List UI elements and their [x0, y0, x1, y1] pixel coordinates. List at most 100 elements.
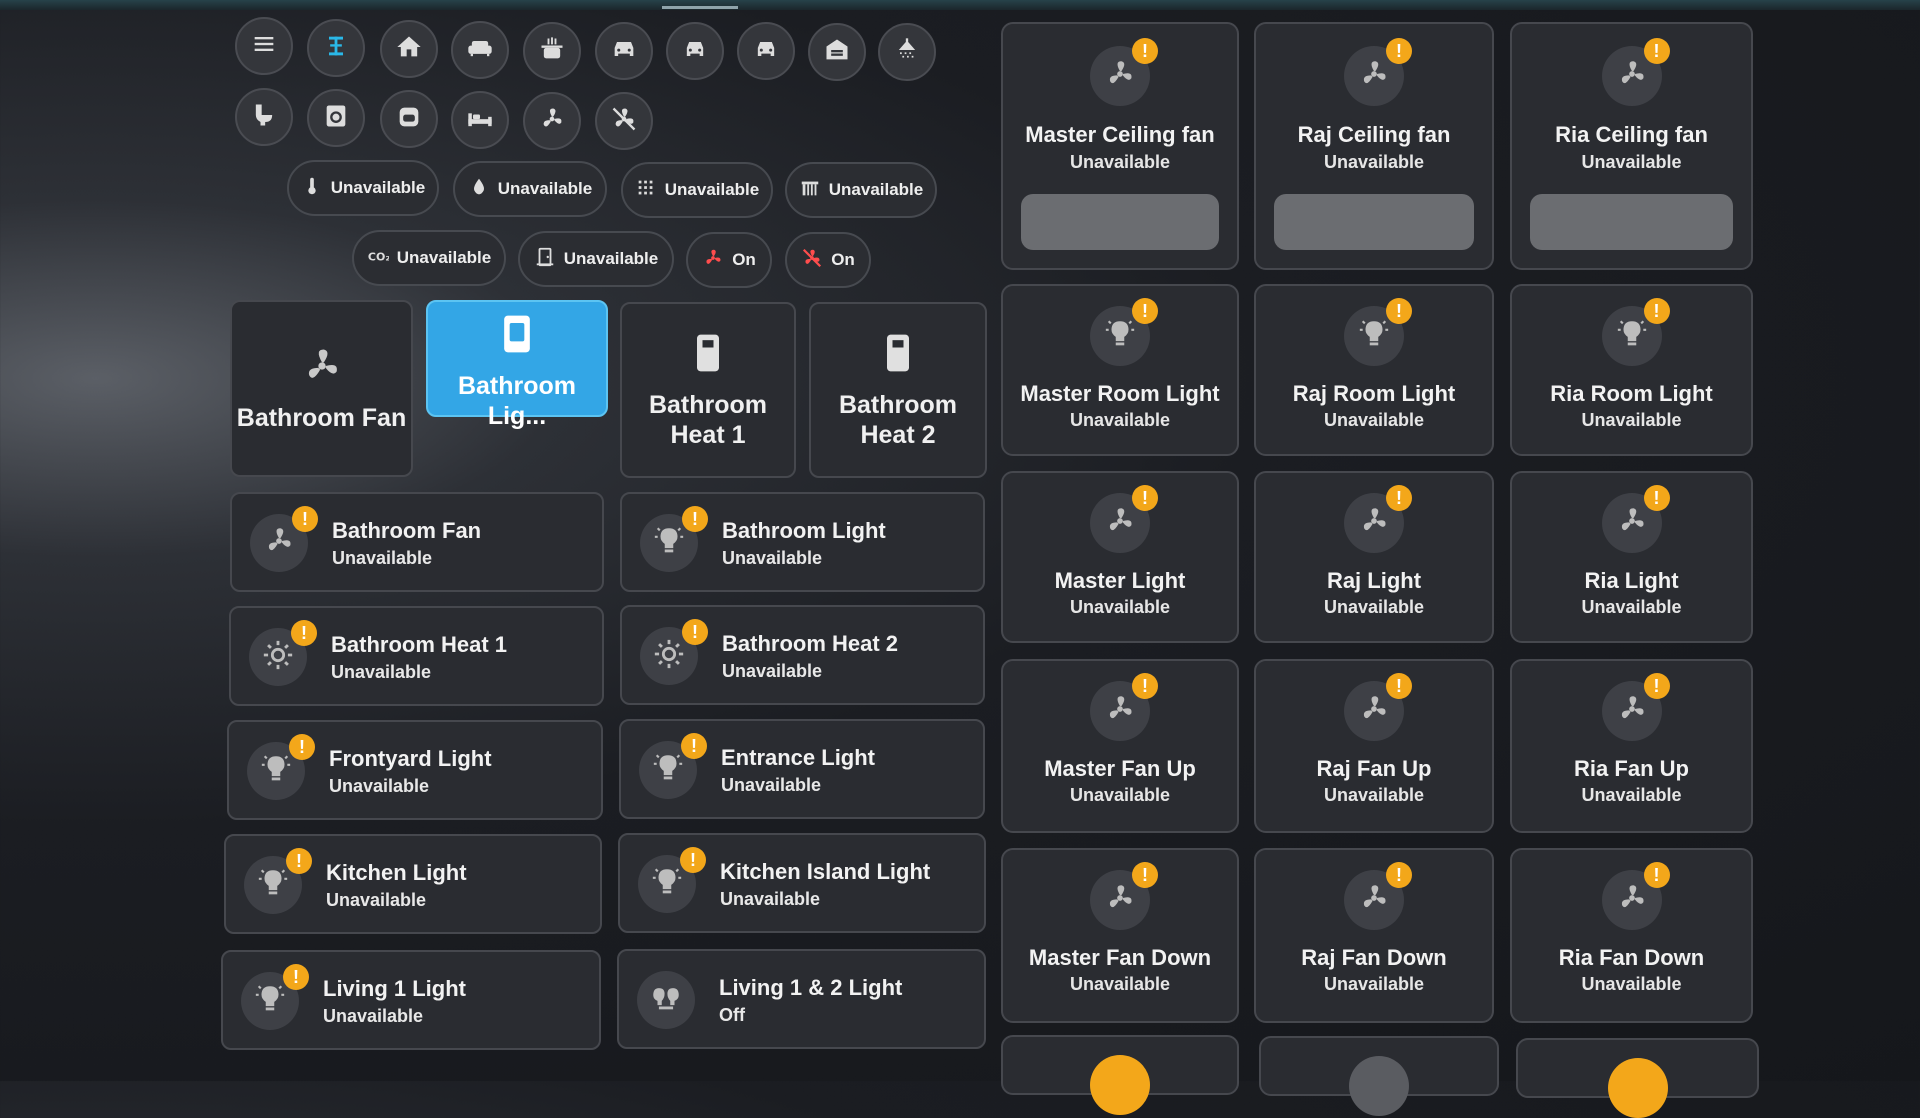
entity-row[interactable]: ! Bathroom Fan Unavailable	[230, 492, 604, 592]
door-sensor-icon	[534, 246, 556, 273]
car-icon	[681, 35, 709, 68]
bulb-icon	[650, 865, 684, 904]
door-chip-label: Unavailable	[563, 249, 659, 268]
car-icon	[752, 35, 780, 68]
nav-home-button[interactable]	[380, 20, 438, 78]
lamp-group-icon	[649, 981, 683, 1020]
entity-card-partial[interactable]	[1259, 1036, 1499, 1116]
nav-garage-car-1-button[interactable]	[595, 22, 653, 80]
entity-icon-button[interactable]	[1349, 1056, 1409, 1116]
tile-label: Bathroom Heat 2	[838, 390, 958, 449]
warning-badge: !	[1643, 38, 1670, 64]
nav-toilet-button[interactable]	[235, 88, 293, 146]
nav-menu-button[interactable]	[235, 17, 293, 75]
entity-card[interactable]: ! Raj Light Unavailable	[1254, 471, 1494, 643]
water-drop-icon	[468, 176, 490, 203]
entity-card[interactable]: ! Master Fan Down Unavailable	[1001, 848, 1239, 1023]
tile-bathroom-heat-2[interactable]: Bathroom Heat 2	[809, 302, 987, 478]
entity-card[interactable]: ! Ria Room Light Unavailable	[1510, 284, 1753, 456]
entity-name: Master Fan Up	[1044, 756, 1196, 781]
entity-name: Bathroom Light	[722, 518, 886, 543]
nav-bedroom-button[interactable]	[451, 91, 509, 149]
sensor-chip[interactable]: Unavailable	[621, 162, 773, 218]
fan-icon	[702, 247, 724, 274]
bulb-icon	[1103, 317, 1137, 356]
entity-icon-button[interactable]	[1607, 1058, 1668, 1118]
entity-card-partial[interactable]	[1001, 1035, 1239, 1115]
entity-row[interactable]: ! Kitchen Light Unavailable	[224, 834, 602, 934]
fan-icon	[1357, 57, 1391, 96]
switch-icon	[876, 331, 920, 390]
entity-card[interactable]: ! Raj Ceiling fan Unavailable	[1254, 22, 1494, 270]
entity-row[interactable]: Living 1 & 2 Light Off	[617, 949, 986, 1049]
humidity-chip[interactable]: Unavailable	[453, 161, 607, 217]
heat-icon	[652, 637, 686, 676]
entity-row[interactable]: ! Bathroom Light Unavailable	[620, 492, 985, 592]
entity-card[interactable]: ! Ria Ceiling fan Unavailable	[1510, 22, 1753, 270]
entity-card[interactable]: ! Master Ceiling fan Unavailable	[1001, 22, 1239, 270]
warning-badge: !	[291, 620, 317, 646]
warning-badge: !	[1386, 485, 1412, 511]
entity-state: Unavailable	[1323, 785, 1425, 805]
entity-row[interactable]: ! Bathroom Heat 1 Unavailable	[229, 606, 604, 706]
fan-icon	[300, 344, 344, 403]
tile-bathroom-heat-1[interactable]: Bathroom Heat 1	[620, 302, 796, 478]
nav-living-button[interactable]	[451, 21, 509, 79]
bulb-icon	[652, 524, 686, 563]
fan-off-on-chip[interactable]: On	[785, 232, 871, 288]
nav-fan-button[interactable]	[523, 92, 581, 150]
nav-bathroom-button[interactable]	[878, 23, 936, 81]
fan-off-on-chip-label: On	[831, 250, 855, 269]
nav-garage-button[interactable]	[808, 23, 866, 81]
entity-card[interactable]: ! Master Fan Up Unavailable	[1001, 659, 1239, 833]
warning-badge: !	[682, 506, 708, 532]
speed-slider[interactable]	[1021, 194, 1219, 250]
speed-slider[interactable]	[1274, 194, 1474, 250]
entity-row[interactable]: ! Bathroom Heat 2 Unavailable	[620, 605, 985, 705]
entity-state: Unavailable	[1323, 410, 1425, 430]
view-indicator	[662, 6, 738, 9]
speed-slider[interactable]	[1530, 194, 1733, 250]
entity-name: Master Light	[1054, 568, 1186, 593]
nav-fan-off-button[interactable]	[595, 92, 653, 150]
entity-card[interactable]: ! Raj Room Light Unavailable	[1254, 284, 1494, 456]
entity-icon-button[interactable]	[637, 971, 695, 1029]
nav-kitchen-button[interactable]	[523, 22, 581, 80]
nav-garage-car-2-button[interactable]	[666, 22, 724, 80]
temperature-chip[interactable]: Unavailable	[287, 160, 439, 216]
bed-icon	[466, 104, 494, 137]
entity-card[interactable]: ! Ria Light Unavailable	[1510, 471, 1753, 643]
entity-row[interactable]: ! Frontyard Light Unavailable	[227, 720, 603, 820]
fan-icon	[262, 524, 296, 563]
warning-badge: !	[286, 848, 312, 874]
entity-card[interactable]: ! Master Room Light Unavailable	[1001, 284, 1239, 456]
fan-on-chip[interactable]: On	[686, 232, 772, 288]
entity-card-partial[interactable]	[1516, 1038, 1759, 1118]
entity-row[interactable]: ! Living 1 Light Unavailable	[221, 950, 601, 1050]
entity-name: Raj Fan Up	[1316, 756, 1432, 781]
radiator-chip[interactable]: Unavailable	[785, 162, 937, 218]
tile-bathroom-light[interactable]: Bathroom Lig...	[426, 300, 608, 430]
entity-card[interactable]: ! Raj Fan Down Unavailable	[1254, 848, 1494, 1023]
entity-row[interactable]: ! Kitchen Island Light Unavailable	[618, 833, 986, 933]
svg-text:CO₂: CO₂	[368, 250, 389, 263]
entity-icon-button[interactable]	[1090, 1055, 1150, 1115]
nav-dryer-button[interactable]	[380, 90, 438, 148]
entity-card[interactable]: ! Master Light Unavailable	[1001, 471, 1239, 643]
tile-bathroom-fan[interactable]: Bathroom Fan	[230, 300, 413, 477]
text-cursor-icon	[322, 32, 350, 65]
door-chip[interactable]: Unavailable	[518, 231, 674, 287]
entity-state: Unavailable	[1069, 974, 1171, 994]
humidity-chip-label: Unavailable	[497, 179, 593, 198]
nav-laundry-button[interactable]	[307, 89, 365, 147]
warning-badge: !	[1643, 673, 1670, 699]
entity-card[interactable]: ! Ria Fan Up Unavailable	[1510, 659, 1753, 833]
entity-card[interactable]: ! Raj Fan Up Unavailable	[1254, 659, 1494, 833]
entity-card[interactable]: ! Ria Fan Down Unavailable	[1510, 848, 1753, 1023]
nav-garage-car-3-button[interactable]	[737, 22, 795, 80]
co2-chip[interactable]: CO₂ Unavailable	[352, 230, 506, 286]
entity-state: Unavailable	[1581, 974, 1682, 994]
entity-row[interactable]: ! Entrance Light Unavailable	[619, 719, 985, 819]
entity-state: Unavailable	[1069, 785, 1171, 805]
nav-text-cursor-button[interactable]	[307, 19, 365, 77]
